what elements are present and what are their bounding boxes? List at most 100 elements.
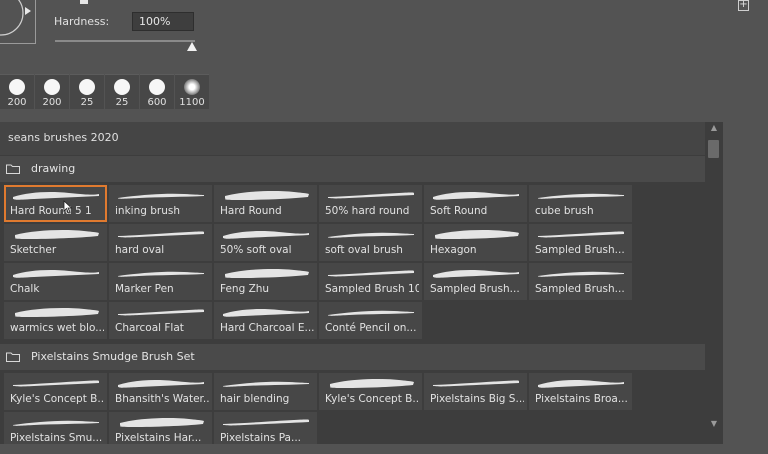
brush-name: inking brush [115,205,180,217]
brush-list-scrollbar[interactable]: ▲ ▼ [705,122,723,444]
brush-name: 50% soft oval [220,244,292,256]
brush-stroke-preview [328,270,414,277]
group-header-drawing[interactable]: drawing [0,156,705,182]
brush-name: soft oval brush [325,244,403,256]
brush-stroke-preview [433,192,519,200]
brush-tile[interactable]: Hexagon [424,224,527,261]
brush-tile[interactable]: 50% hard round [319,185,422,222]
brush-stroke-preview [223,381,309,387]
brush-name: 50% hard round [325,205,410,217]
brush-tile[interactable]: Conté Pencil on... [319,302,422,339]
brush-stroke-preview [15,230,99,239]
cursor-icon [63,200,73,214]
recent-brush[interactable]: 25 [70,74,104,109]
brush-stroke-preview [330,379,414,388]
scroll-down-icon[interactable]: ▼ [709,420,719,428]
brush-tile[interactable]: Pixelstains Pa... [214,412,317,444]
brush-name: Hard Round [220,205,282,217]
brush-tile[interactable]: inking brush [109,185,212,222]
brush-stroke-preview [538,271,624,277]
group-header-pixelstains[interactable]: Pixelstains Smudge Brush Set [0,344,705,370]
brush-stroke-preview [328,232,414,238]
brush-tile[interactable]: Pixelstains Big S... [424,373,527,410]
scroll-up-icon[interactable]: ▲ [709,124,719,132]
scroll-thumb[interactable] [708,140,719,158]
brush-name: Sampled Brush... [535,244,625,256]
brush-stroke-preview [223,309,309,317]
brush-name: cube brush [535,205,594,217]
brush-stroke-preview [223,231,309,239]
brush-tile[interactable]: Pixelstains Broa... [529,373,632,410]
brush-stroke-preview [118,380,204,388]
brush-tile[interactable]: 50% soft oval [214,224,317,261]
recent-brush[interactable]: 25 [105,74,139,109]
brush-stroke-preview [433,270,519,278]
brush-tile[interactable]: hard oval [109,224,212,261]
brush-tile[interactable]: warmics wet blo... [4,302,107,339]
hard-round-icon [79,79,95,95]
brush-tile[interactable]: Pixelstains Smu... [4,412,107,444]
brush-name: Kyle's Concept B... [10,393,104,405]
brush-name: Chalk [10,283,40,295]
recent-brush-size: 25 [115,97,129,108]
brush-tile[interactable]: Sampled Brush... [424,263,527,300]
recent-brush[interactable]: 200 [35,74,69,109]
hard-round-icon [149,79,165,95]
brush-tile[interactable]: Hard Round [214,185,317,222]
brush-name: Sampled Brush... [535,283,625,295]
recent-brush[interactable]: 200 [0,74,34,109]
brush-set-title: seans brushes 2020 [8,131,119,144]
brush-stroke-preview [223,419,309,426]
brush-name: hard oval [115,244,165,256]
brush-tile[interactable]: Hard Charcoal E... [214,302,317,339]
hardness-input[interactable]: 100% [132,12,194,31]
brush-tile[interactable]: Sampled Brush... [529,224,632,261]
soft-round-icon [184,79,200,95]
hard-round-icon [114,79,130,95]
group-label: Pixelstains Smudge Brush Set [31,350,195,363]
brush-angle-preview[interactable] [0,0,36,44]
brush-grid-drawing: Hard Round 5 1 inking brush Hard Round 50% … [4,185,632,339]
brush-tile[interactable]: Chalk [4,263,107,300]
brush-tile[interactable]: Sketcher [4,224,107,261]
brush-marker [80,0,88,4]
hardness-slider[interactable] [55,40,195,42]
brush-tile[interactable]: Sampled Brush... [529,263,632,300]
new-brush-icon[interactable]: + [738,0,749,11]
brush-list-panel: seans brushes 2020 drawing Hard Round 5 … [0,122,723,444]
recent-brush[interactable]: 1100 [175,74,209,109]
brush-name: Feng Zhu [220,283,270,295]
hardness-slider-handle[interactable] [187,42,197,51]
hard-round-icon [9,79,25,95]
brush-tile[interactable]: Charcoal Flat [109,302,212,339]
brush-name: Pixelstains Broa... [535,393,628,405]
recent-brush-size: 600 [147,97,167,108]
brush-tile[interactable]: Kyle's Concept B... [4,373,107,410]
hardness-label: Hardness: [54,15,110,28]
brush-tile[interactable]: Marker Pen [109,263,212,300]
brush-stroke-preview [118,193,204,199]
brush-tile[interactable]: Kyle's Concept B... [319,373,422,410]
brush-stroke-preview [15,308,99,317]
brush-stroke-preview [13,270,99,278]
brush-stroke-preview [538,193,624,199]
brush-name: Pixelstains Pa... [220,432,301,444]
brush-tile[interactable]: Soft Round [424,185,527,222]
brush-tile[interactable]: hair blending [214,373,317,410]
brush-tile[interactable]: Sampled Brush 10 [319,263,422,300]
brush-name: Sketcher [10,244,57,256]
brush-tile[interactable]: soft oval brush [319,224,422,261]
brush-tile[interactable]: Feng Zhu [214,263,317,300]
brush-stroke-preview [13,380,99,387]
brush-name: hair blending [220,393,290,405]
recent-brush[interactable]: 600 [140,74,174,109]
brush-stroke-preview [225,191,309,200]
brush-name: Hard Charcoal E... [220,322,314,334]
brush-tile[interactable]: cube brush [529,185,632,222]
brush-tile[interactable]: Bhansith's Water... [109,373,212,410]
brush-tile[interactable]: Pixelstains Har... [109,412,212,444]
brush-stroke-preview [328,310,414,316]
recent-brush-size: 200 [42,97,62,108]
brush-set-header[interactable]: seans brushes 2020 [0,122,705,155]
brush-tile[interactable]: Hard Round 5 1 [4,185,107,222]
